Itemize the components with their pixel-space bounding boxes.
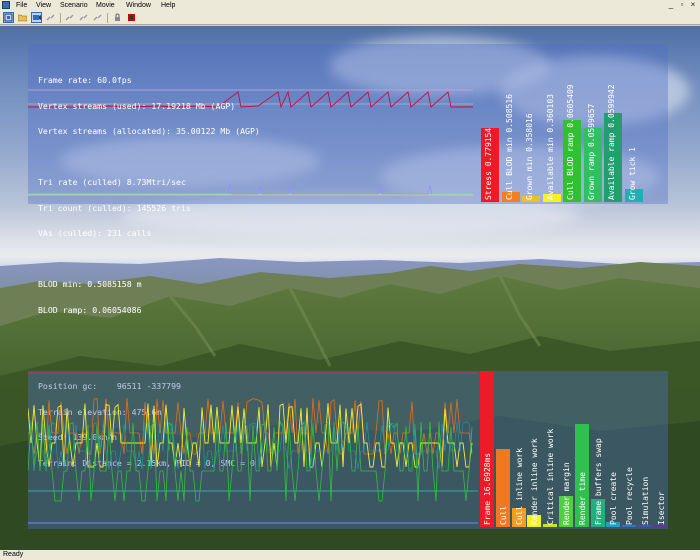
open-button[interactable] (17, 12, 28, 23)
link-icon (79, 14, 88, 21)
upper-bar-label: Grown min 0.358016 (525, 113, 534, 200)
toolbar (0, 11, 700, 25)
lower-bar-label: Render margin (562, 462, 571, 525)
vertex-used-label: Vertex streams (used): 17.19218 Mb (AGP) (38, 100, 236, 111)
menu-window[interactable]: Window (126, 1, 151, 10)
link-icon (46, 14, 55, 21)
view-button[interactable] (3, 12, 14, 23)
lower-bar-label: Cull inline work (514, 447, 524, 525)
upper-bar-label: Grown ramp 0.0599657 (586, 103, 596, 200)
view-icon (4, 13, 13, 22)
timing-overlay: Frame 16.6928ms Cull Cull inline work Rende… (28, 371, 668, 529)
blod-min-label: BLOD min: 0.5085158 m (38, 279, 142, 289)
blod-ramp-label: BLOD ramp: 0.06054086 (38, 304, 142, 315)
menu-view[interactable]: View (36, 1, 51, 10)
vertex-alloc-label: Vertex streams (allocated): 35.00122 Mb … (38, 126, 260, 136)
lock-button[interactable] (112, 12, 123, 23)
open-icon (18, 14, 27, 22)
lower-bar-label: Frame 16.6928ms (483, 452, 492, 525)
upper-bar-label: Cull BLOD ramp 0.0605409 (566, 84, 575, 200)
lower-bar-label: Render inline work (530, 438, 540, 525)
lower-bar-label: Frame buffers swap (593, 438, 603, 525)
status-text: Ready (3, 551, 24, 558)
frame-rate-label: Frame rate: 60.0fps (38, 75, 132, 85)
toolbar-separator (60, 13, 61, 23)
menu-bar: File View Scenario Movie Window Help _ ▫… (0, 0, 700, 11)
menu-file[interactable]: File (16, 1, 27, 10)
record-icon (128, 14, 135, 21)
lower-bar-label: Render time (577, 472, 587, 525)
app-icon[interactable] (2, 1, 10, 9)
terrain-viewport[interactable]: Frame rate: 60.0fps Vertex streams (used… (0, 26, 700, 550)
lock-icon (115, 13, 120, 21)
upper-bar-label: Grow tick 1 (627, 147, 637, 200)
record-button[interactable] (126, 12, 137, 23)
lower-bar (622, 525, 637, 527)
lower-bar-label: Isector (656, 491, 666, 525)
upper-bar-label: Cull BLOD min 0.508516 (504, 94, 514, 200)
upper-bar-label: Available ramp 0.0599942 (607, 84, 616, 200)
upper-bar-label: Available min 0.360103 (545, 94, 555, 200)
lower-bar-label: Cull (498, 505, 508, 525)
link-icon (65, 14, 74, 21)
link-button-4[interactable] (92, 12, 103, 23)
restore-icon[interactable]: ▫ (677, 0, 687, 10)
lower-bar-label: Simulation (641, 476, 650, 525)
tri-count-label: Tri count (culled): 145526 tris (38, 202, 191, 213)
minimize-icon[interactable]: _ (666, 0, 676, 10)
upper-bar-label: Stress 0.779154 (484, 127, 493, 200)
tri-rate-label: Tri rate (culled) 8.73Mtri/sec (38, 177, 186, 187)
lower-bar-label: Pool recycle (625, 467, 635, 525)
close-icon[interactable]: × (688, 0, 698, 10)
menu-help[interactable]: Help (161, 1, 175, 10)
stats-overlay: Frame rate: 60.0fps Vertex streams (used… (28, 44, 668, 467)
camera-icon (33, 15, 41, 20)
menu-movie[interactable]: Movie (96, 1, 115, 10)
link-button-1[interactable] (45, 12, 56, 23)
lower-bar-label: Critical inline work (546, 428, 556, 525)
vas-label: VAs (culled): 231 calls (38, 228, 152, 238)
timing-graph (28, 372, 478, 524)
lower-bar-label: Pool create (609, 472, 619, 525)
link-icon (93, 14, 102, 21)
lower-bar (653, 525, 668, 527)
link-button-3[interactable] (78, 12, 89, 23)
lower-bar (638, 525, 652, 527)
link-button-2[interactable] (64, 12, 75, 23)
status-bar: Ready (0, 550, 700, 560)
toolbar-separator (107, 13, 108, 23)
camera-button[interactable] (31, 12, 42, 23)
menu-scenario[interactable]: Scenario (60, 1, 88, 10)
